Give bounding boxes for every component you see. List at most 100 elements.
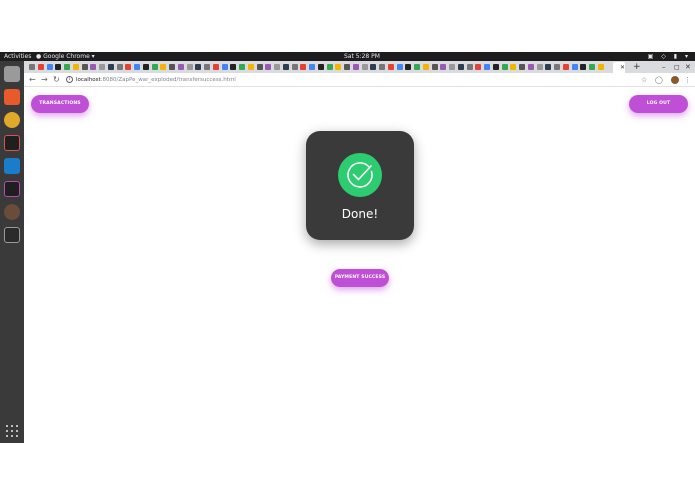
browser-tab[interactable]: [404, 62, 412, 72]
browser-tab[interactable]: [203, 62, 211, 72]
browser-tab[interactable]: [98, 62, 106, 72]
intellij-ultimate-icon[interactable]: [4, 181, 20, 197]
browser-tab[interactable]: [352, 62, 360, 72]
browser-tab[interactable]: [343, 62, 351, 72]
vscode-icon[interactable]: [4, 158, 20, 174]
browser-tab[interactable]: [124, 62, 132, 72]
browser-toolbar: ← → ↻ i localhost:8080/ZapPe_war_explode…: [24, 73, 695, 87]
browser-tab[interactable]: [518, 62, 526, 72]
browser-tab[interactable]: [361, 62, 369, 72]
browser-tab[interactable]: [448, 62, 456, 72]
browser-tab[interactable]: [334, 62, 342, 72]
browser-tab[interactable]: [597, 62, 605, 72]
software-center-icon[interactable]: [4, 89, 20, 105]
browser-tab[interactable]: [483, 62, 491, 72]
browser-tab[interactable]: [247, 62, 255, 72]
files-icon[interactable]: [4, 66, 20, 82]
browser-tab[interactable]: [256, 62, 264, 72]
bookmark-star-icon[interactable]: ☆: [641, 75, 647, 85]
browser-tab[interactable]: [273, 62, 281, 72]
browser-tab[interactable]: [387, 62, 395, 72]
address-bar[interactable]: localhost:8080/ZapPe_war_exploded/transf…: [76, 75, 236, 85]
browser-tab[interactable]: [116, 62, 124, 72]
browser-tab[interactable]: [553, 62, 561, 72]
browser-tab[interactable]: [159, 62, 167, 72]
tab-favicon-icon: [510, 64, 517, 70]
new-tab-button[interactable]: +: [633, 62, 641, 72]
browser-tab[interactable]: [299, 62, 307, 72]
browser-tab[interactable]: [186, 62, 194, 72]
browser-tab[interactable]: [308, 62, 316, 72]
browser-tab[interactable]: [107, 62, 115, 72]
browser-tab[interactable]: [326, 62, 334, 72]
browser-tab[interactable]: [63, 62, 71, 72]
tab-favicon-icon: [274, 64, 280, 70]
restore-icon[interactable]: ◻: [674, 62, 680, 72]
browser-tab[interactable]: [282, 62, 290, 72]
browser-tab[interactable]: [212, 62, 220, 72]
browser-tab[interactable]: [457, 62, 465, 72]
profile-avatar[interactable]: [671, 76, 679, 84]
browser-tab[interactable]: [501, 62, 509, 72]
browser-tab[interactable]: [536, 62, 544, 72]
tab-favicon-icon: [282, 64, 289, 70]
minimize-icon[interactable]: –: [662, 62, 666, 72]
browser-tab[interactable]: [431, 62, 439, 72]
browser-tab[interactable]: [229, 62, 237, 72]
browser-tab[interactable]: [396, 62, 404, 72]
activities-button[interactable]: Activities: [4, 52, 31, 61]
browser-tab[interactable]: [133, 62, 141, 72]
menu-dots-icon[interactable]: ⋮: [684, 75, 691, 85]
browser-tab[interactable]: [72, 62, 80, 72]
browser-tab[interactable]: [168, 62, 176, 72]
browser-tab[interactable]: [194, 62, 202, 72]
extension-icon[interactable]: ◯: [655, 75, 663, 85]
browser-tab[interactable]: [28, 62, 36, 72]
browser-tab[interactable]: [378, 62, 386, 72]
browser-tab[interactable]: [142, 62, 150, 72]
transactions-button[interactable]: TRANSACTIONS: [31, 95, 89, 113]
browser-tab[interactable]: [509, 62, 517, 72]
browser-tab[interactable]: [177, 62, 185, 72]
forward-icon[interactable]: →: [41, 75, 48, 85]
system-tray[interactable]: ▣ ◇ ▮ ▾: [648, 52, 691, 61]
browser-tab[interactable]: [422, 62, 430, 72]
browser-tab[interactable]: [291, 62, 299, 72]
browser-tab[interactable]: [579, 62, 587, 72]
back-icon[interactable]: ←: [29, 75, 36, 85]
browser-tab[interactable]: [413, 62, 421, 72]
browser-tab[interactable]: [474, 62, 482, 72]
payment-success-button[interactable]: PAYMENT SUCCESS: [331, 269, 389, 287]
terminal-icon[interactable]: [4, 227, 20, 243]
browser-tab[interactable]: [238, 62, 246, 72]
reload-icon[interactable]: ↻: [53, 75, 60, 85]
app-menu[interactable]: ● Google Chrome ▾: [36, 52, 95, 61]
intellij-icon[interactable]: [4, 135, 20, 151]
browser-tab[interactable]: [544, 62, 552, 72]
show-applications-icon[interactable]: [6, 425, 18, 437]
browser-tab[interactable]: [81, 62, 89, 72]
browser-tab[interactable]: [46, 62, 54, 72]
clock[interactable]: Sat 5:28 PM: [344, 52, 380, 61]
browser-tab[interactable]: [466, 62, 474, 72]
close-window-icon[interactable]: ✕: [685, 62, 691, 72]
logout-button[interactable]: LOG OUT: [629, 95, 688, 113]
browser-tab[interactable]: [588, 62, 596, 72]
browser-tab[interactable]: [264, 62, 272, 72]
browser-tab[interactable]: [562, 62, 570, 72]
browser-tab[interactable]: [571, 62, 579, 72]
browser-tab[interactable]: [89, 62, 97, 72]
browser-tab[interactable]: [527, 62, 535, 72]
site-info-icon[interactable]: i: [66, 76, 73, 83]
chrome-icon[interactable]: [4, 112, 20, 128]
browser-tab[interactable]: [54, 62, 62, 72]
browser-tab[interactable]: [369, 62, 377, 72]
browser-tab[interactable]: [439, 62, 447, 72]
browser-tab[interactable]: [317, 62, 325, 72]
browser-tab[interactable]: [492, 62, 500, 72]
browser-tab[interactable]: [151, 62, 159, 72]
settings-gear-icon[interactable]: [4, 204, 20, 220]
close-tab-icon[interactable]: ✕: [620, 65, 625, 71]
browser-tab[interactable]: [37, 62, 45, 72]
browser-tab[interactable]: [221, 62, 229, 72]
